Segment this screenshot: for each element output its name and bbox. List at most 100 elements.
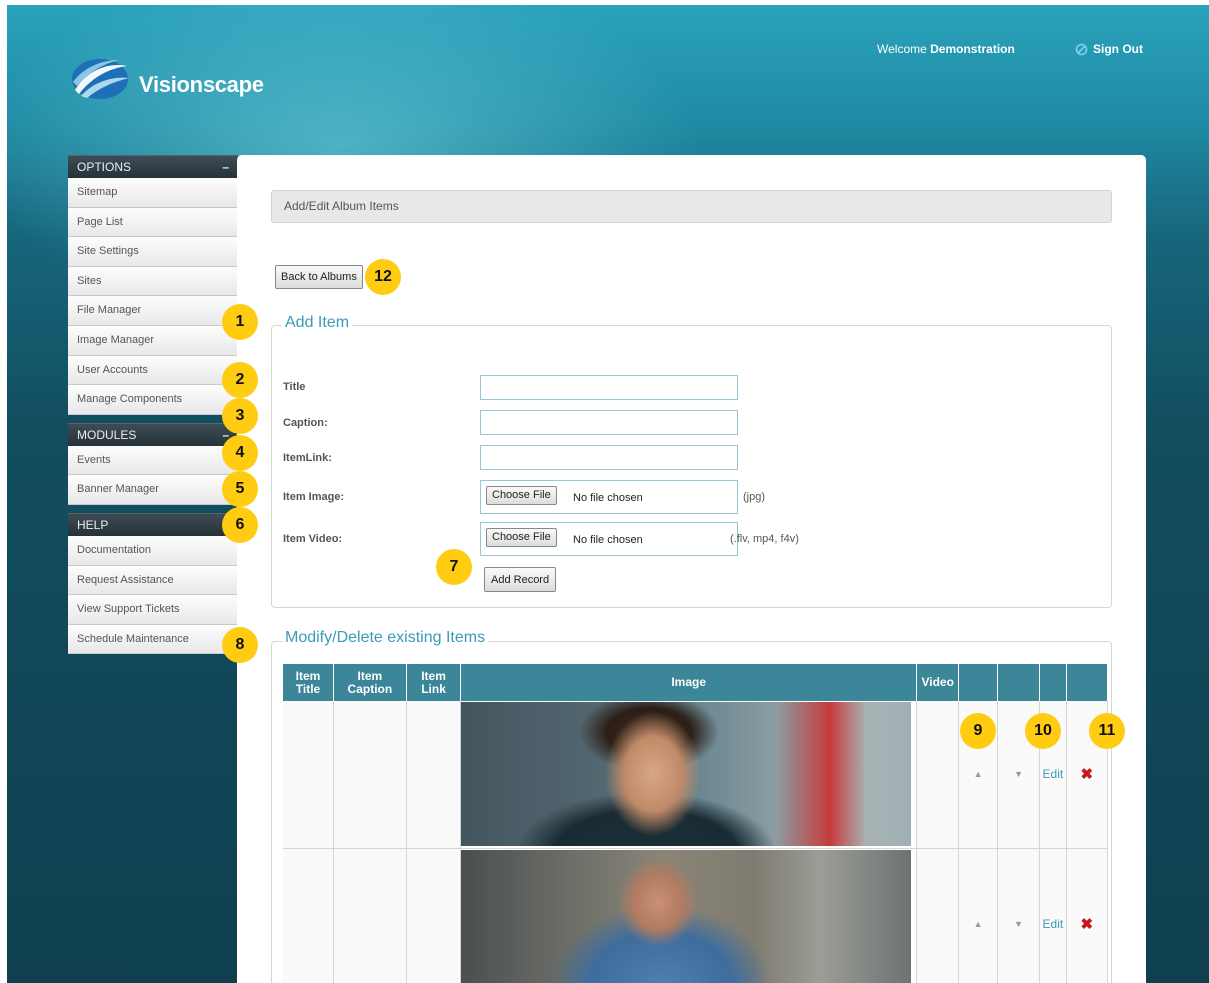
video-file-status: No file chosen <box>573 534 643 546</box>
item-image-cell <box>460 848 917 983</box>
item-caption-cell <box>333 701 407 849</box>
column-header-item-title: Item Title <box>283 664 335 701</box>
item-image-file-input[interactable]: Choose File No file chosen <box>480 480 738 514</box>
item-image-label: Item Image: <box>283 491 345 503</box>
column-header-line: Item <box>295 668 321 683</box>
album-item-photo <box>461 702 912 846</box>
column-header-line: Link <box>421 681 446 696</box>
sidebar-options-title: OPTIONS <box>77 160 132 174</box>
add-record-button[interactable]: Add Record <box>484 567 557 592</box>
image-file-status: No file chosen <box>573 492 643 504</box>
callout-badge-2: 2 <box>222 362 258 398</box>
choose-video-file-button[interactable]: Choose File <box>486 528 557 547</box>
callout-badge-10: 10 <box>1025 713 1061 749</box>
page-title: Add/Edit Album Items <box>271 190 1112 223</box>
existing-items-table: Item Title Item Caption Item Link Image … <box>283 664 1109 983</box>
sidebar-item-page-list[interactable]: Page List <box>68 207 238 238</box>
sidebar-options-header[interactable]: OPTIONS – <box>68 155 238 178</box>
welcome-prefix: Welcome <box>877 42 927 56</box>
sidebar-item-file-manager[interactable]: File Manager <box>68 296 238 326</box>
sidebar-options-group: OPTIONS – Sitemap Page List Site Setting… <box>68 155 238 415</box>
app-background: Visionscape Welcome Demonstration Sign O… <box>7 5 1209 983</box>
delete-x-icon[interactable]: ✖ <box>1066 848 1109 983</box>
sidebar-item-request-assistance[interactable]: Request Assistance <box>68 565 238 596</box>
column-header-item-link: Item Link <box>406 664 462 701</box>
video-format-hint: (.flv, mp4, f4v) <box>730 533 799 545</box>
item-title-cell <box>283 701 335 849</box>
sidebar-item-user-accounts[interactable]: User Accounts <box>68 355 238 386</box>
caption-input[interactable] <box>480 410 738 435</box>
sidebar-item-documentation[interactable]: Documentation <box>68 535 238 566</box>
item-title-cell <box>283 848 335 983</box>
itemlink-label: ItemLink: <box>283 452 332 464</box>
sidebar: OPTIONS – Sitemap Page List Site Setting… <box>68 155 238 662</box>
itemlink-input[interactable] <box>480 445 738 470</box>
choose-image-file-button[interactable]: Choose File <box>486 486 557 505</box>
sidebar-help-header[interactable]: HELP – <box>68 512 238 536</box>
callout-badge-9: 9 <box>960 713 996 749</box>
callout-badge-4: 4 <box>222 435 258 471</box>
callout-badge-1: 1 <box>222 304 258 340</box>
item-image-cell <box>460 701 917 849</box>
sidebar-help-title: HELP <box>77 517 109 532</box>
add-item-legend: Add Item <box>282 314 353 332</box>
callout-badge-12: 12 <box>365 259 401 295</box>
column-header-line: Title <box>295 681 321 696</box>
callout-badge-5: 5 <box>222 471 258 507</box>
sidebar-item-schedule-maintenance[interactable]: Schedule Maintenance <box>68 624 238 655</box>
move-down-arrow-icon[interactable]: ▼ <box>997 848 1041 983</box>
user-name: Demonstration <box>930 42 1015 56</box>
sidebar-modules-header[interactable]: MODULES – <box>68 422 238 446</box>
welcome-text: Welcome Demonstration <box>877 42 1015 56</box>
title-input[interactable] <box>480 375 738 400</box>
swoosh-logo-icon <box>72 59 129 99</box>
sign-out-label: Sign Out <box>1093 42 1143 56</box>
sidebar-modules-group: MODULES – Events Banner Manager <box>68 422 238 505</box>
title-label: Title <box>283 381 306 393</box>
back-to-albums-button[interactable]: Back to Albums <box>275 265 363 289</box>
collapse-icon[interactable]: – <box>222 156 229 179</box>
callout-badge-8: 8 <box>222 627 258 663</box>
column-header-line: Item <box>421 668 446 683</box>
column-header-move-down <box>997 664 1041 701</box>
item-caption-cell <box>333 848 407 983</box>
brand-name: Visionscape <box>139 72 264 97</box>
callout-badge-3: 3 <box>222 398 258 434</box>
sign-out-link[interactable]: Sign Out <box>1075 42 1143 56</box>
image-format-hint: (jpg) <box>743 491 766 503</box>
column-header-delete <box>1066 664 1109 701</box>
column-header-item-caption: Item Caption <box>333 664 407 701</box>
item-video-cell <box>916 701 960 849</box>
table-header-row: Item Title Item Caption Item Link Image … <box>283 664 1109 701</box>
sidebar-help-group: HELP – Documentation Request Assistance … <box>68 512 238 655</box>
column-header-line: Caption <box>347 681 393 696</box>
album-item-photo <box>461 849 912 983</box>
sidebar-item-manage-components[interactable]: Manage Components <box>68 385 238 415</box>
sidebar-item-image-manager[interactable]: Image Manager <box>68 325 238 356</box>
sidebar-item-sitemap[interactable]: Sitemap <box>68 178 238 208</box>
existing-items-legend: Modify/Delete existing Items <box>282 629 489 647</box>
sidebar-item-banner-manager[interactable]: Banner Manager <box>68 475 238 505</box>
sidebar-modules-title: MODULES <box>77 427 137 442</box>
callout-badge-6: 6 <box>222 507 258 543</box>
table-row: ▲ ▼ Edit ✖ <box>283 848 1109 983</box>
column-header-video: Video <box>916 664 960 701</box>
column-header-edit <box>1039 664 1067 701</box>
column-header-line: Item <box>357 668 383 683</box>
brand-logo[interactable]: Visionscape <box>65 52 295 112</box>
callout-badge-11: 11 <box>1089 713 1125 749</box>
callout-badge-7: 7 <box>436 549 472 585</box>
move-up-arrow-icon[interactable]: ▲ <box>958 848 998 983</box>
edit-link[interactable]: Edit <box>1039 848 1067 983</box>
item-video-file-input[interactable]: Choose File No file chosen <box>480 522 738 556</box>
circle-slash-icon <box>1075 43 1088 55</box>
item-video-label: Item Video: <box>283 533 343 545</box>
column-header-image: Image <box>460 664 917 701</box>
caption-label: Caption: <box>283 417 328 429</box>
sidebar-item-sites[interactable]: Sites <box>68 266 238 297</box>
item-link-cell <box>406 701 462 849</box>
sidebar-item-events[interactable]: Events <box>68 445 238 476</box>
sidebar-item-site-settings[interactable]: Site Settings <box>68 237 238 267</box>
item-link-cell <box>406 848 462 983</box>
sidebar-item-view-support-tickets[interactable]: View Support Tickets <box>68 595 238 625</box>
